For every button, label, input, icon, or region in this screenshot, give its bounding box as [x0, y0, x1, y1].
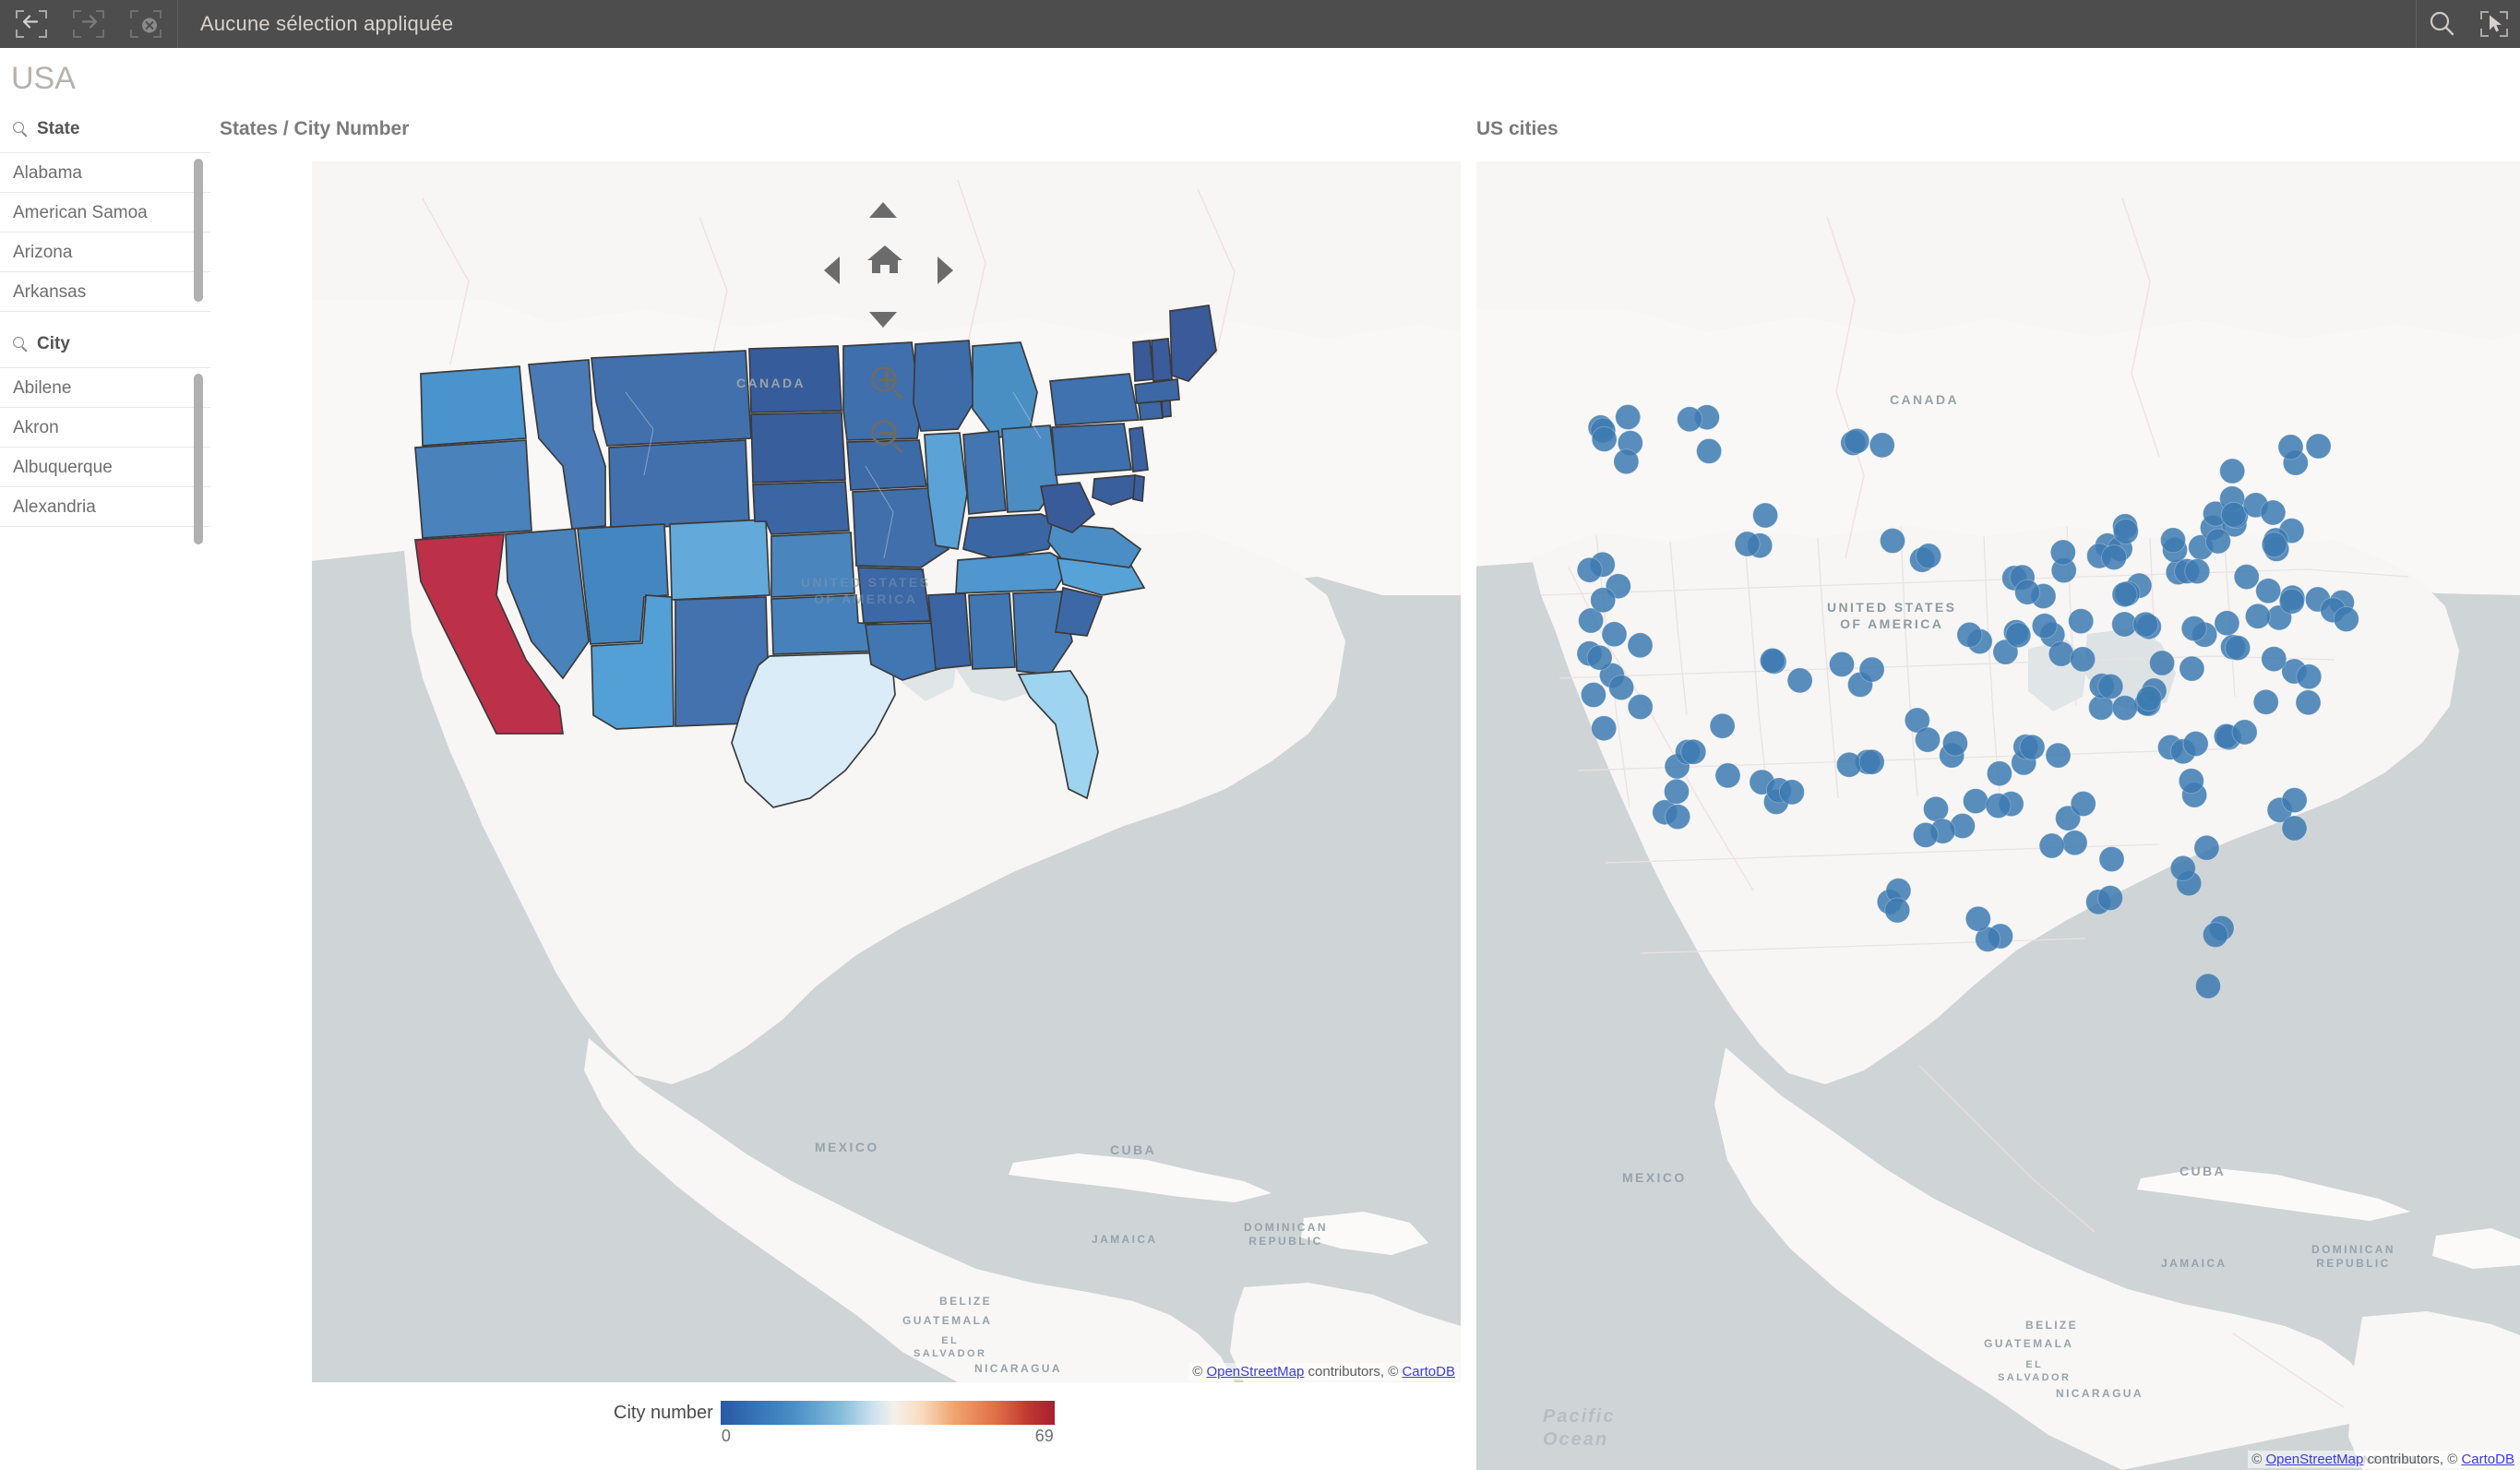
list-item[interactable]: Albuquerque — [0, 448, 210, 487]
cartodb-link[interactable]: CartoDB — [1402, 1364, 1455, 1380]
copyright-symbol: © — [1192, 1364, 1203, 1380]
filter-title-state: State — [37, 119, 80, 138]
back-selection-icon[interactable] — [13, 8, 50, 40]
openstreetmap-link[interactable]: OpenStreetMap — [2265, 1452, 2363, 1467]
filter-list-state[interactable]: Alabama American Samoa Arizona Arkansas — [0, 152, 210, 312]
map-attribution-left: © OpenStreetMap contributors, © CartoDB — [1188, 1363, 1459, 1380]
legend-color-ramp — [720, 1401, 1055, 1425]
filter-list-city[interactable]: Abilene Akron Albuquerque Alexandria — [0, 367, 210, 544]
scrollbar-thumb-city[interactable] — [194, 374, 203, 544]
pan-down-button[interactable] — [869, 312, 897, 328]
map-attribution-right: © OpenStreetMap contributors, © CartoDB — [2248, 1451, 2518, 1468]
copyright-symbol-2: © — [1388, 1364, 1399, 1380]
filter-pane-city: City Abilene Akron Albuquerque Alexandri… — [0, 332, 210, 544]
city-point-markers[interactable] — [1476, 161, 2520, 1470]
selections-tool-icon[interactable] — [2468, 0, 2520, 48]
legend-max-value: 69 — [1034, 1427, 1054, 1445]
pan-left-button[interactable] — [824, 257, 840, 284]
forward-selection-icon[interactable] — [70, 8, 107, 40]
app-title: USA — [11, 61, 76, 96]
page-title-states-map: States / City Number — [220, 118, 410, 139]
list-item[interactable]: Akron — [0, 408, 210, 448]
choropleth-map[interactable]: CANADA UNITED STATES OF AMERICA MEXICO C… — [312, 161, 1461, 1382]
point-map[interactable]: CANADA UNITED STATES OF AMERICA MEXICO C… — [1476, 161, 2520, 1470]
page-title-cities-map: US cities — [1476, 118, 1559, 139]
filter-title-city: City — [37, 334, 70, 353]
openstreetmap-link[interactable]: OpenStreetMap — [1206, 1364, 1304, 1380]
pan-up-button[interactable] — [869, 202, 897, 218]
list-item[interactable]: Arizona — [0, 233, 210, 272]
toolbar-right-group — [2416, 0, 2520, 48]
legend-min-value: 0 — [721, 1427, 731, 1445]
attribution-mid: contributors, — [2363, 1452, 2448, 1467]
filter-header-city[interactable]: City — [0, 332, 210, 356]
list-item[interactable]: Arkansas — [0, 272, 210, 312]
zoom-out-icon[interactable] — [871, 420, 908, 457]
pan-right-button[interactable] — [938, 257, 953, 284]
zoom-in-icon[interactable] — [871, 366, 908, 403]
list-item[interactable]: Alexandria — [0, 487, 210, 527]
copyright-symbol: © — [2251, 1452, 2263, 1467]
selection-status-text: Aucune sélection appliquée — [200, 12, 454, 35]
copyright-symbol-2: © — [2447, 1452, 2458, 1467]
search-icon[interactable] — [13, 121, 29, 137]
sidebar: USA State Alabama American Samoa Arizona… — [0, 48, 210, 1470]
selection-history-group — [0, 0, 178, 48]
search-icon[interactable] — [2417, 0, 2468, 48]
color-legend: City number 0 69 — [614, 1401, 1055, 1445]
list-item[interactable]: Alabama — [0, 153, 210, 193]
map-left-canvas — [312, 161, 1461, 1382]
filter-pane-state: State Alabama American Samoa Arizona Ark… — [0, 117, 210, 312]
legend-ramp-wrapper: 0 69 — [720, 1401, 1055, 1445]
clear-selection-icon[interactable] — [127, 8, 164, 40]
list-item[interactable]: American Samoa — [0, 193, 210, 233]
search-icon[interactable] — [13, 336, 29, 353]
scrollbar-thumb-state[interactable] — [194, 159, 203, 302]
cartodb-link[interactable]: CartoDB — [2461, 1452, 2514, 1467]
attribution-mid: contributors, — [1304, 1364, 1389, 1380]
legend-title: City number — [614, 1403, 713, 1423]
list-item[interactable]: Abilene — [0, 368, 210, 408]
top-toolbar: Aucune sélection appliquée — [0, 0, 2520, 48]
filter-header-state[interactable]: State — [0, 117, 210, 141]
